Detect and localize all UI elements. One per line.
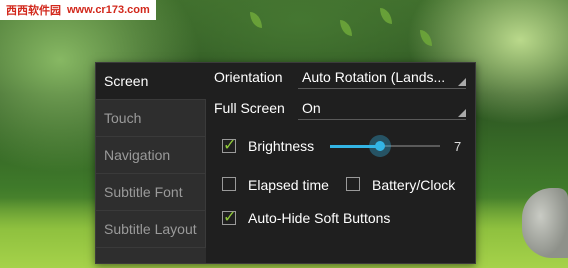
- dropdown-caret-icon: [458, 78, 466, 86]
- full-screen-select[interactable]: On: [298, 96, 466, 120]
- watermark-site-name: 西西软件园: [6, 5, 61, 17]
- brightness-label: Brightness: [248, 138, 315, 154]
- dropdown-caret-icon: [458, 109, 466, 117]
- rock: [522, 188, 568, 258]
- battery-clock-checkbox[interactable]: [346, 177, 360, 191]
- tab-navigation[interactable]: Navigation: [96, 137, 206, 174]
- elapsed-time-checkbox[interactable]: [222, 177, 236, 191]
- tab-subtitle-layout[interactable]: Subtitle Layout: [96, 211, 206, 248]
- tab-touch[interactable]: Touch: [96, 100, 206, 137]
- brightness-value: 7: [454, 139, 462, 154]
- watermark-url: www.cr173.com: [67, 4, 150, 16]
- full-screen-label: Full Screen: [214, 100, 285, 116]
- elapsed-time-label: Elapsed time: [248, 177, 329, 193]
- brightness-checkbox[interactable]: [222, 135, 236, 154]
- screen-settings-panel: Orientation Auto Rotation (Lands... Full…: [206, 63, 475, 263]
- watermark: 西西软件园 www.cr173.com: [0, 0, 156, 20]
- settings-tabs: Screen Touch Navigation Subtitle Font Su…: [96, 63, 206, 263]
- settings-dialog: Screen Touch Navigation Subtitle Font Su…: [95, 62, 476, 264]
- orientation-value: Auto Rotation (Lands...: [302, 68, 446, 85]
- tab-subtitle-font[interactable]: Subtitle Font: [96, 174, 206, 211]
- tab-screen[interactable]: Screen: [96, 63, 206, 100]
- orientation-label: Orientation: [214, 69, 283, 85]
- battery-clock-label: Battery/Clock: [372, 177, 456, 193]
- brightness-slider-thumb[interactable]: [368, 135, 391, 157]
- full-screen-value: On: [302, 99, 321, 116]
- auto-hide-checkbox[interactable]: [222, 207, 236, 226]
- auto-hide-label: Auto-Hide Soft Buttons: [248, 210, 391, 226]
- orientation-select[interactable]: Auto Rotation (Lands...: [298, 65, 466, 89]
